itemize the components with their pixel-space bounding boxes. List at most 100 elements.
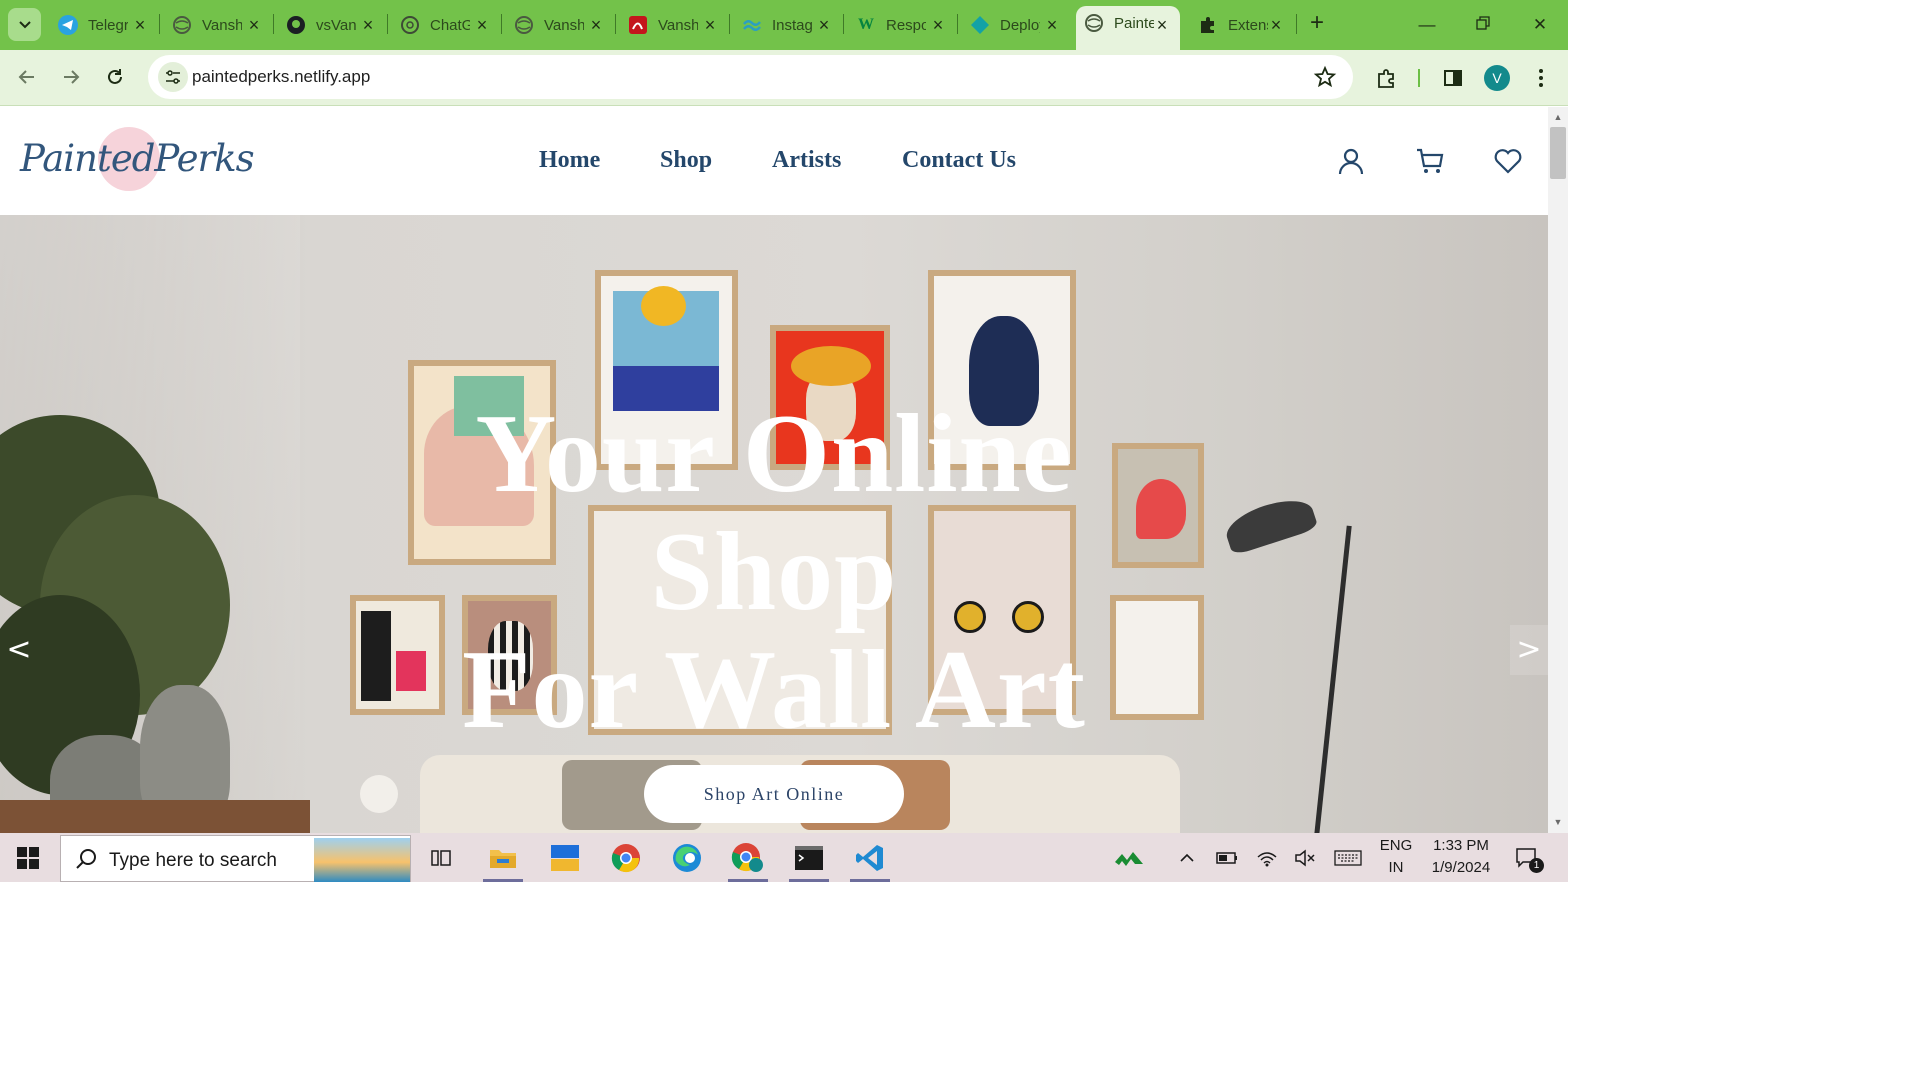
volume-muted-icon[interactable] [1288, 841, 1322, 875]
netlify-icon [970, 15, 990, 35]
close-icon[interactable]: × [474, 16, 490, 34]
close-icon[interactable]: × [930, 16, 946, 34]
user-icon[interactable] [1337, 147, 1365, 175]
wifi-icon[interactable] [1250, 841, 1284, 875]
menu-button[interactable] [1526, 63, 1556, 93]
chevron-down-icon [18, 20, 31, 28]
tab-telegram[interactable]: Telegram × [50, 8, 158, 42]
tab-vanshika-1[interactable]: Vanshika × [164, 8, 272, 42]
page-scrollbar[interactable]: ▲ ▼ [1548, 107, 1568, 833]
widgets-icon[interactable] [548, 841, 582, 875]
language-indicator[interactable]: ENG [1376, 837, 1416, 854]
bookmark-star-icon[interactable] [1313, 65, 1337, 89]
tab-search-button[interactable] [8, 8, 41, 41]
chevron-up-icon[interactable] [1170, 841, 1204, 875]
nav-artists[interactable]: Artists [772, 147, 841, 174]
arrow-right-icon [64, 70, 80, 84]
tab-title: vsVanshika [316, 16, 356, 34]
pdf-icon [628, 15, 648, 35]
restore-button[interactable] [1468, 12, 1498, 38]
tab-responsive[interactable]: W Responsive × [848, 8, 956, 42]
puzzle-icon [1378, 69, 1394, 88]
scroll-down-icon[interactable]: ▼ [1552, 817, 1564, 827]
url-text[interactable]: paintedperks.netlify.app [192, 67, 370, 87]
windows-start-icon[interactable] [17, 847, 39, 869]
active-app-indicator [789, 879, 829, 882]
close-icon[interactable]: × [246, 16, 262, 34]
restore-icon [1476, 16, 1490, 30]
tab-deploy[interactable]: Deploy × [962, 8, 1070, 42]
scroll-up-icon[interactable]: ▲ [1552, 112, 1564, 122]
search-placeholder: Type here to search [109, 850, 277, 871]
scroll-thumb[interactable] [1550, 127, 1566, 179]
tab-separator [843, 14, 844, 34]
w3schools-icon: W [858, 16, 874, 33]
keyboard-icon[interactable] [1331, 841, 1365, 875]
tab-github[interactable]: vsVanshika × [278, 8, 386, 42]
chrome-profile-icon[interactable] [731, 841, 765, 875]
address-bar[interactable]: paintedperks.netlify.app [148, 55, 1353, 99]
reload-button[interactable] [100, 62, 130, 92]
carousel-next-button[interactable]: > [1510, 625, 1548, 675]
close-icon[interactable]: × [1044, 16, 1060, 34]
tab-title: Extensions [1228, 16, 1268, 34]
tab-pdf[interactable]: Vanshika × [620, 8, 728, 42]
vscode-icon[interactable] [853, 841, 887, 875]
close-icon[interactable]: × [1154, 16, 1170, 34]
site-logo[interactable]: PaintedPerks [20, 137, 255, 180]
nav-home[interactable]: Home [539, 147, 600, 174]
site-header: PaintedPerks Home Shop Artists Contact U… [0, 107, 1548, 215]
file-explorer-icon[interactable] [486, 841, 520, 875]
arrow-left-icon [18, 70, 34, 84]
cart-icon[interactable] [1416, 147, 1444, 175]
tab-title: Telegram [88, 16, 128, 34]
notification-center-icon[interactable]: 1 [1510, 841, 1544, 875]
chatgpt-icon [400, 15, 420, 35]
site-info-button[interactable] [158, 62, 188, 92]
puzzle-icon [1198, 15, 1218, 35]
chrome-icon[interactable] [609, 841, 643, 875]
heart-icon[interactable] [1494, 147, 1522, 175]
telegram-icon [58, 15, 78, 35]
shop-art-online-button[interactable]: Shop Art Online [644, 765, 904, 823]
hero-carousel: Your Online Shop For Wall Art Shop Art O… [0, 215, 1548, 833]
tab-separator [273, 14, 274, 34]
clock-time[interactable]: 1:33 PM [1422, 837, 1500, 854]
new-tab-button[interactable]: + [1305, 11, 1329, 36]
nvidia-icon[interactable] [1112, 841, 1146, 875]
battery-icon[interactable] [1210, 841, 1244, 875]
tab-extensions[interactable]: Extensions × [1190, 8, 1294, 42]
close-icon[interactable]: × [1268, 16, 1284, 34]
hero-title-line: For Wall Art [462, 628, 1086, 752]
close-window-button[interactable]: ✕ [1525, 12, 1555, 38]
close-icon[interactable]: × [588, 16, 604, 34]
task-view-icon[interactable] [424, 841, 458, 875]
forward-button[interactable] [56, 62, 86, 92]
tab-title: Instagram [772, 16, 812, 34]
tailwind-icon [742, 15, 762, 35]
extensions-button[interactable] [1372, 63, 1402, 93]
terminal-icon[interactable] [792, 841, 826, 875]
minimize-button[interactable]: — [1412, 12, 1442, 38]
close-icon[interactable]: × [702, 16, 718, 34]
nav-contact-us[interactable]: Contact Us [902, 147, 1016, 174]
close-icon[interactable]: × [816, 16, 832, 34]
github-icon [286, 15, 306, 35]
close-icon[interactable]: × [132, 16, 148, 34]
edge-icon[interactable] [670, 841, 704, 875]
tab-vanshika-2[interactable]: Vanshika × [506, 8, 614, 42]
side-panel-button[interactable] [1438, 63, 1468, 93]
tab-chatgpt[interactable]: ChatGPT × [392, 8, 500, 42]
language-region: IN [1388, 859, 1404, 876]
windows-taskbar: Type here to search ENG IN 1:33 PM 1/9/2… [0, 833, 1568, 882]
tab-paintedperks[interactable]: PaintedPerks × [1076, 6, 1180, 50]
back-button[interactable] [12, 62, 42, 92]
tab-instagram[interactable]: Instagram × [734, 8, 842, 42]
nav-shop[interactable]: Shop [660, 147, 712, 174]
active-app-indicator [728, 879, 768, 882]
taskbar-search[interactable]: Type here to search [60, 835, 411, 882]
carousel-prev-button[interactable]: < [0, 625, 38, 675]
profile-avatar[interactable]: V [1484, 65, 1510, 91]
close-icon[interactable]: × [360, 16, 376, 34]
clock-date: 1/9/2024 [1431, 859, 1491, 876]
